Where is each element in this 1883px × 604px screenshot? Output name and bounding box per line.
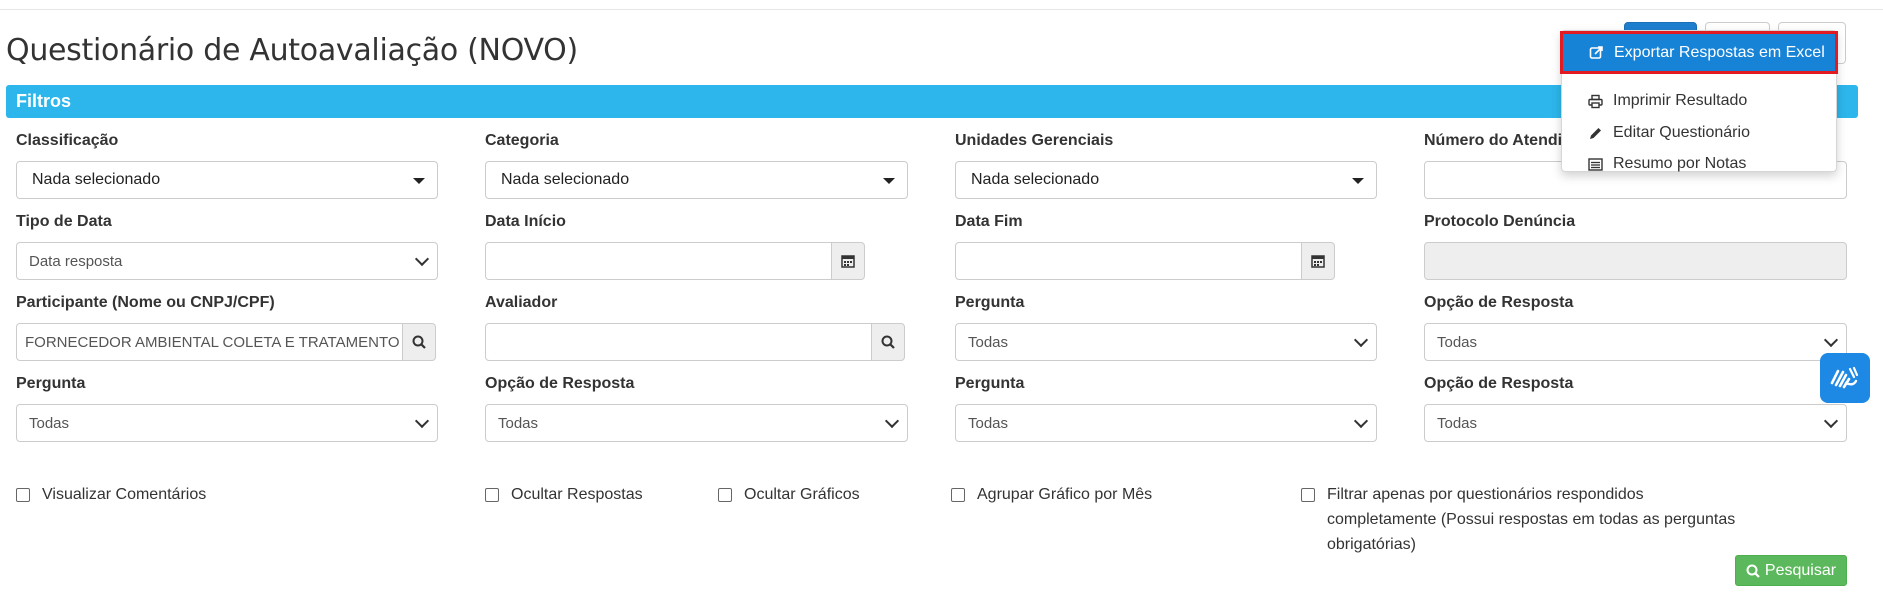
ocultar-graficos-checkbox[interactable] bbox=[718, 488, 732, 502]
tipo-data-value: Data resposta bbox=[29, 252, 123, 270]
filtrar-completos-checkbox[interactable] bbox=[1301, 488, 1315, 502]
avaliador-input[interactable] bbox=[485, 323, 872, 361]
protocolo-input bbox=[1424, 242, 1847, 280]
numero-atendimento-label: Número do Atendim bbox=[1424, 132, 1577, 149]
unidades-select[interactable]: Nada selecionado bbox=[955, 161, 1377, 199]
chevron-down-icon bbox=[884, 413, 900, 429]
classificacao-value: Nada selecionado bbox=[32, 171, 161, 188]
tipo-data-label: Tipo de Data bbox=[16, 213, 112, 230]
data-fim-input[interactable] bbox=[955, 242, 1302, 280]
categoria-select[interactable]: Nada selecionado bbox=[485, 161, 908, 199]
options-dropdown-menu: Exportar Respostas em Excel Imprimir Res… bbox=[1560, 30, 1838, 172]
data-inicio-label: Data Início bbox=[485, 213, 566, 230]
opcao-2-label: Opção de Resposta bbox=[485, 375, 635, 392]
caret-down-icon bbox=[413, 178, 425, 184]
calendar-icon bbox=[1311, 255, 1325, 268]
ocultar-graficos-option[interactable]: Ocultar Gráficos bbox=[718, 485, 860, 507]
export-icon bbox=[1588, 45, 1604, 61]
classificacao-select[interactable]: Nada selecionado bbox=[16, 161, 438, 199]
participante-label: Participante (Nome ou CNPJ/CPF) bbox=[16, 294, 275, 311]
opcao-2-select[interactable]: Todas bbox=[485, 404, 908, 442]
search-avaliador-button[interactable] bbox=[871, 323, 905, 361]
chevron-down-icon bbox=[414, 251, 430, 267]
search-icon bbox=[881, 335, 895, 349]
pesquisar-button[interactable]: Pesquisar bbox=[1735, 555, 1847, 586]
participante-value: FORNECEDOR AMBIENTAL COLETA E TRATAMENTO bbox=[25, 333, 400, 351]
visualizar-comentarios-option[interactable]: Visualizar Comentários bbox=[16, 485, 206, 507]
pergunta-1-label: Pergunta bbox=[955, 294, 1025, 311]
caret-down-icon bbox=[1352, 178, 1364, 184]
sign-language-icon bbox=[1830, 366, 1859, 389]
unidades-value: Nada selecionado bbox=[971, 171, 1100, 188]
search-icon bbox=[412, 335, 426, 349]
menu-item-editar[interactable]: Editar Questionário bbox=[1562, 117, 1836, 149]
visualizar-comentarios-checkbox[interactable] bbox=[16, 488, 30, 502]
menu-item-imprimir[interactable]: Imprimir Resultado bbox=[1562, 85, 1836, 117]
opcao-3-select[interactable]: Todas bbox=[1424, 404, 1847, 442]
pergunta-1-select[interactable]: Todas bbox=[955, 323, 1377, 361]
calendar-icon bbox=[841, 255, 855, 268]
unidades-label: Unidades Gerenciais bbox=[955, 132, 1114, 149]
agrupar-grafico-checkbox[interactable] bbox=[951, 488, 965, 502]
search-icon bbox=[1746, 564, 1760, 578]
categoria-label: Categoria bbox=[485, 132, 559, 149]
chevron-down-icon bbox=[1823, 332, 1839, 348]
opcao-3-label: Opção de Resposta bbox=[1424, 375, 1574, 392]
ocultar-respostas-option[interactable]: Ocultar Respostas bbox=[485, 485, 643, 507]
pergunta-2-label: Pergunta bbox=[16, 375, 86, 392]
ocultar-respostas-checkbox[interactable] bbox=[485, 488, 499, 502]
categoria-value: Nada selecionado bbox=[501, 171, 630, 188]
menu-item-exportar-excel[interactable]: Exportar Respostas em Excel bbox=[1560, 31, 1838, 74]
pergunta-3-label: Pergunta bbox=[955, 375, 1025, 392]
caret-down-icon bbox=[883, 178, 895, 184]
opcao-1-select[interactable]: Todas bbox=[1424, 323, 1847, 361]
opcao-1-label: Opção de Resposta bbox=[1424, 294, 1574, 311]
chevron-down-icon bbox=[414, 413, 430, 429]
search-participante-button[interactable] bbox=[402, 323, 436, 361]
menu-item-resumo-notas[interactable]: Resumo por Notas bbox=[1562, 148, 1836, 180]
chevron-down-icon bbox=[1353, 332, 1369, 348]
list-icon bbox=[1587, 156, 1603, 172]
calendar-button[interactable] bbox=[831, 242, 865, 280]
chevron-down-icon bbox=[1823, 413, 1839, 429]
avaliador-label: Avaliador bbox=[485, 294, 558, 311]
filtrar-completos-option[interactable]: Filtrar apenas por questionários respond… bbox=[1301, 485, 1741, 557]
pergunta-2-select[interactable]: Todas bbox=[16, 404, 438, 442]
data-fim-label: Data Fim bbox=[955, 213, 1023, 230]
accessibility-button[interactable] bbox=[1820, 353, 1870, 403]
pergunta-3-select[interactable]: Todas bbox=[955, 404, 1377, 442]
tipo-data-select[interactable]: Data resposta bbox=[16, 242, 438, 280]
pencil-icon bbox=[1587, 125, 1603, 141]
print-icon bbox=[1587, 93, 1603, 109]
classificacao-label: Classificação bbox=[16, 132, 119, 149]
calendar-button[interactable] bbox=[1301, 242, 1335, 280]
top-border bbox=[0, 0, 1883, 10]
chevron-down-icon bbox=[1353, 413, 1369, 429]
participante-input[interactable]: FORNECEDOR AMBIENTAL COLETA E TRATAMENTO bbox=[16, 323, 403, 361]
agrupar-grafico-option[interactable]: Agrupar Gráfico por Mês bbox=[951, 485, 1152, 507]
protocolo-label: Protocolo Denúncia bbox=[1424, 213, 1576, 230]
data-inicio-input[interactable] bbox=[485, 242, 832, 280]
page-title: Questionário de Autoavaliação (NOVO) bbox=[6, 33, 578, 68]
